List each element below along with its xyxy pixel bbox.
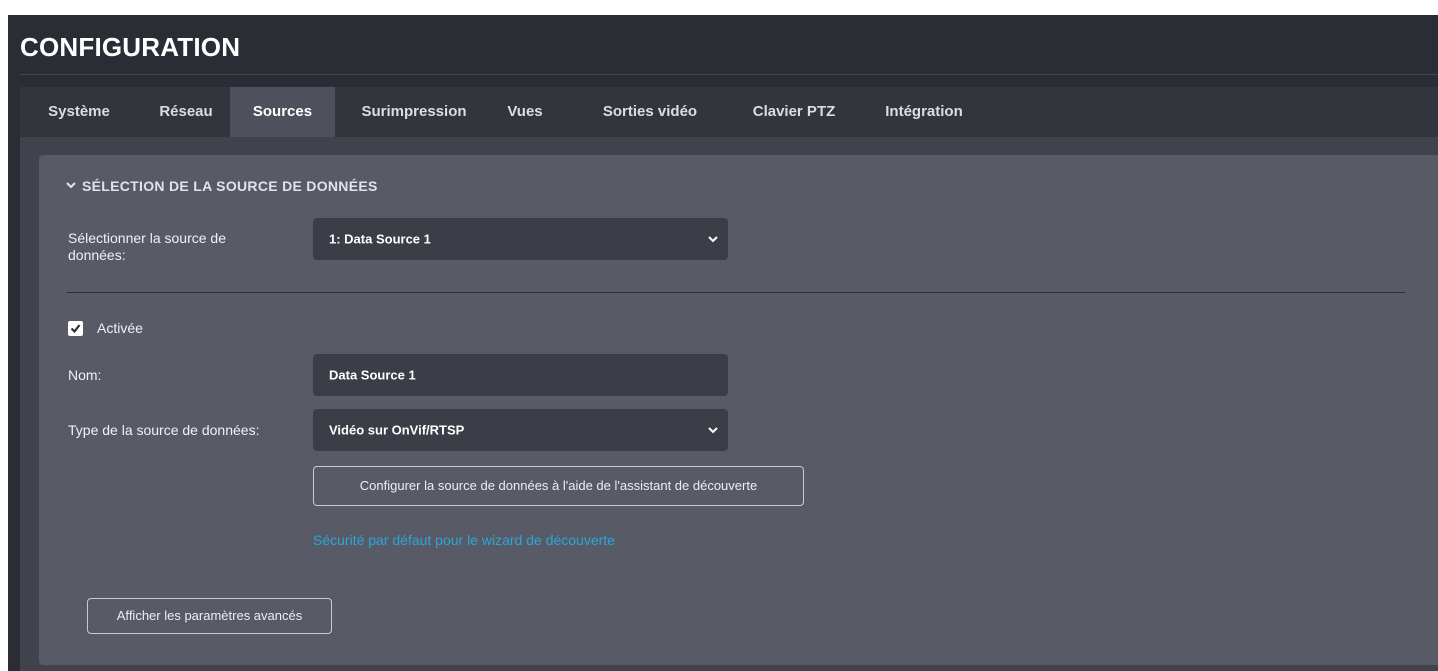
tab-surimpression[interactable]: Surimpression xyxy=(340,87,488,137)
source-type-select[interactable]: Vidéo sur OnVif/RTSP xyxy=(313,409,728,451)
name-input[interactable]: Data Source 1 xyxy=(313,354,728,396)
tab-sources[interactable]: Sources xyxy=(230,87,335,137)
page-title: CONFIGURATION xyxy=(20,32,241,62)
data-source-panel: SÉLECTION DE LA SOURCE DE DONNÉES Sélect… xyxy=(39,155,1438,665)
data-source-select[interactable]: 1: Data Source 1 xyxy=(313,218,728,260)
content-area: SÉLECTION DE LA SOURCE DE DONNÉES Sélect… xyxy=(20,137,1438,671)
select-source-label: Sélectionner la source de données: xyxy=(68,230,226,263)
data-source-select-value: 1: Data Source 1 xyxy=(329,231,431,247)
section-toggle[interactable]: SÉLECTION DE LA SOURCE DE DONNÉES xyxy=(66,178,378,194)
enabled-checkbox[interactable] xyxy=(68,321,83,336)
tab-vues[interactable]: Vues xyxy=(490,87,560,137)
default-security-link[interactable]: Sécurité par défaut pour le wizard de dé… xyxy=(313,532,615,548)
tab-reseau[interactable]: Réseau xyxy=(142,87,230,137)
tab-sorties-video[interactable]: Sorties vidéo xyxy=(592,87,708,137)
checkmark-icon xyxy=(70,324,81,334)
source-type-label: Type de la source de données: xyxy=(68,422,260,438)
title-divider xyxy=(20,74,1438,75)
chevron-down-icon xyxy=(66,182,76,189)
tab-integration[interactable]: Intégration xyxy=(876,87,972,137)
app-window: CONFIGURATION Système Réseau Sources Sur… xyxy=(8,15,1438,671)
name-input-value: Data Source 1 xyxy=(329,367,416,383)
discovery-wizard-button[interactable]: Configurer la source de données à l'aide… xyxy=(313,466,804,506)
chevron-down-icon xyxy=(708,427,718,434)
tab-bar: Système Réseau Sources Surimpression Vue… xyxy=(20,87,1438,137)
section-divider xyxy=(66,292,1405,293)
name-label: Nom: xyxy=(68,367,102,383)
chevron-down-icon xyxy=(708,236,718,243)
tab-systeme[interactable]: Système xyxy=(20,87,138,137)
tab-clavier-ptz[interactable]: Clavier PTZ xyxy=(742,87,846,137)
enabled-label: Activée xyxy=(97,320,143,336)
advanced-settings-button[interactable]: Afficher les paramètres avancés xyxy=(87,598,332,634)
source-type-select-value: Vidéo sur OnVif/RTSP xyxy=(329,422,465,438)
section-title: SÉLECTION DE LA SOURCE DE DONNÉES xyxy=(82,178,378,194)
